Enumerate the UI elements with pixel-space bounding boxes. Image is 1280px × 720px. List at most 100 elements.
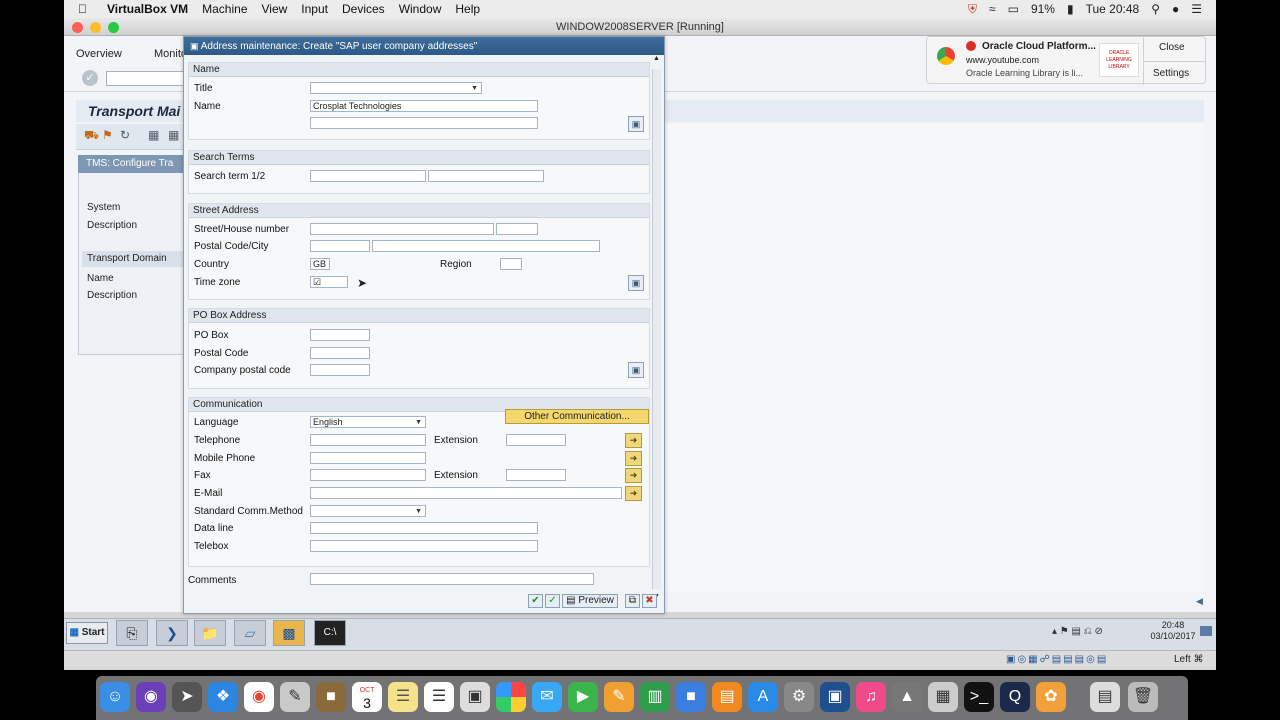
other-communication-button[interactable]: Other Communication...	[505, 409, 649, 424]
trash-icon[interactable]: 🗑	[1128, 682, 1158, 712]
messages-icon[interactable]: ✉	[532, 682, 562, 712]
country-field[interactable]: GB	[310, 258, 330, 270]
menu-window[interactable]: Window	[399, 2, 442, 16]
pobox-postal-field[interactable]	[310, 347, 370, 359]
explorer-icon[interactable]: 📁	[194, 620, 226, 646]
telebox-field[interactable]	[310, 540, 538, 552]
fax-field[interactable]	[310, 469, 426, 481]
quicktime-icon[interactable]: Q	[1000, 682, 1030, 712]
pages-icon[interactable]: ✎	[604, 682, 634, 712]
comments-field[interactable]	[310, 573, 594, 585]
refresh-icon[interactable]: ↻	[120, 128, 130, 142]
fax-more-icon[interactable]: ➜	[625, 468, 642, 483]
system-preferences-icon[interactable]: ⚙	[784, 682, 814, 712]
timezone-field[interactable]: ☑	[310, 276, 348, 288]
contacts-icon[interactable]: ■	[316, 682, 346, 712]
menu-view[interactable]: View	[262, 2, 288, 16]
itunes-icon[interactable]: ♫	[856, 682, 886, 712]
menu-machine[interactable]: Machine	[202, 2, 247, 16]
menu-app[interactable]: VirtualBox VM	[107, 2, 188, 16]
downloads-icon[interactable]: ▤	[1090, 682, 1120, 712]
city-field[interactable]	[372, 240, 600, 252]
zoom-window-icon[interactable]	[108, 22, 119, 33]
more-names-icon[interactable]: ▣	[628, 116, 644, 132]
launchpad-icon[interactable]: ➤	[172, 682, 202, 712]
std-comm-select[interactable]	[310, 505, 426, 517]
photo-booth-icon[interactable]: ▣	[460, 682, 490, 712]
mobile-more-icon[interactable]: ➜	[625, 451, 642, 466]
reminders-icon[interactable]: ☰	[424, 682, 454, 712]
safari-icon[interactable]: ❖	[208, 682, 238, 712]
name-field-2[interactable]	[310, 117, 538, 129]
email-more-icon[interactable]: ➜	[625, 486, 642, 501]
notif-settings-button[interactable]: Settings	[1153, 68, 1189, 79]
start-button[interactable]: ▦ Start	[66, 622, 108, 644]
network-icon[interactable]: ▦	[168, 128, 179, 142]
menu-devices[interactable]: Devices	[342, 2, 385, 16]
user-icon[interactable]: ●	[1172, 2, 1179, 16]
finder-icon[interactable]: ☺	[100, 682, 130, 712]
preview-app-icon[interactable]: ✎	[280, 682, 310, 712]
show-desktop-icon[interactable]	[1200, 626, 1212, 636]
taskbar-clock[interactable]: 20:48 03/10/2017	[1148, 620, 1198, 644]
menu-input[interactable]: Input	[301, 2, 328, 16]
truck-icon[interactable]: ⛟	[84, 128, 99, 144]
photos-icon[interactable]	[496, 682, 526, 712]
powershell-icon[interactable]: ❯	[156, 620, 188, 646]
menubar-clock[interactable]: Tue 20:48	[1086, 2, 1140, 16]
terminal-icon[interactable]: >_	[964, 682, 994, 712]
notes-icon[interactable]: ☰	[388, 682, 418, 712]
close-window-icon[interactable]	[72, 22, 83, 33]
chrome-notification[interactable]: Oracle Cloud Platform... www.youtube.com…	[926, 36, 1206, 85]
dataline-field[interactable]	[310, 522, 538, 534]
airplay-icon[interactable]: ▭	[1008, 2, 1019, 16]
dialog-scrollbar[interactable]: ▲ ▼	[652, 55, 661, 600]
email-field[interactable]	[310, 487, 622, 499]
vbox-device-icons[interactable]: ▣◎▦☍▤▤▤◎▤	[1006, 654, 1108, 665]
menu-help[interactable]: Help	[455, 2, 480, 16]
preview-button[interactable]: ▤ Preview	[562, 594, 618, 608]
title-select[interactable]	[310, 82, 482, 94]
shield-icon[interactable]: ⛨	[968, 2, 977, 17]
battery-percent[interactable]: 91%	[1031, 2, 1055, 16]
scroll-up-icon[interactable]: ▲	[653, 55, 660, 62]
app-icon[interactable]: ▱	[234, 620, 266, 646]
siri-icon[interactable]: ◉	[136, 682, 166, 712]
street-field[interactable]	[310, 223, 494, 235]
telephone-field[interactable]	[310, 434, 426, 446]
ibooks-icon[interactable]: ▤	[712, 682, 742, 712]
region-field[interactable]	[500, 258, 522, 270]
cmd-icon[interactable]: C:\	[314, 620, 346, 646]
more-address-icon[interactable]: ▣	[628, 275, 644, 291]
app-flower-icon[interactable]: ✿	[1036, 682, 1066, 712]
apple-icon[interactable]: 	[78, 2, 87, 16]
command-field[interactable]	[106, 71, 186, 86]
extension-field[interactable]	[506, 434, 566, 446]
calendar-icon[interactable]: OCT 3	[352, 682, 382, 712]
pobox-field[interactable]	[310, 329, 370, 341]
name-field-1[interactable]: Crosplat Technologies	[310, 100, 538, 112]
spotlight-icon[interactable]: ⚲	[1151, 2, 1160, 16]
keynote-icon[interactable]: ■	[676, 682, 706, 712]
minimize-window-icon[interactable]	[90, 22, 101, 33]
facetime-icon[interactable]: ▶	[568, 682, 598, 712]
app-store-icon[interactable]: A	[748, 682, 778, 712]
postal-code-field[interactable]	[310, 240, 370, 252]
search-term-2-field[interactable]	[428, 170, 544, 182]
hierarchy-icon[interactable]: ▦	[148, 128, 159, 142]
chrome-dock-icon[interactable]: ◉	[244, 682, 274, 712]
sap-menu-overview[interactable]: Overview	[76, 48, 122, 60]
telephone-more-icon[interactable]: ➜	[625, 433, 642, 448]
confirm-icon[interactable]: ✔	[528, 594, 543, 608]
enter-check-icon[interactable]: ✓	[82, 70, 98, 86]
transport-icon[interactable]: ⚑	[102, 128, 113, 142]
cancel-icon[interactable]: ✖	[642, 594, 657, 608]
screenshot-icon[interactable]: ▦	[928, 682, 958, 712]
company-postal-field[interactable]	[310, 364, 370, 376]
check-continue-icon[interactable]: ✓	[545, 594, 560, 608]
search-term-1-field[interactable]	[310, 170, 426, 182]
tray-icons[interactable]: ▴ ⚑ ▤ ⎌ ⊘	[1052, 626, 1103, 637]
sap-logon-icon[interactable]: ▩	[273, 620, 305, 646]
scroll-left-icon[interactable]: ◀	[1196, 596, 1203, 607]
house-number-field[interactable]	[496, 223, 538, 235]
